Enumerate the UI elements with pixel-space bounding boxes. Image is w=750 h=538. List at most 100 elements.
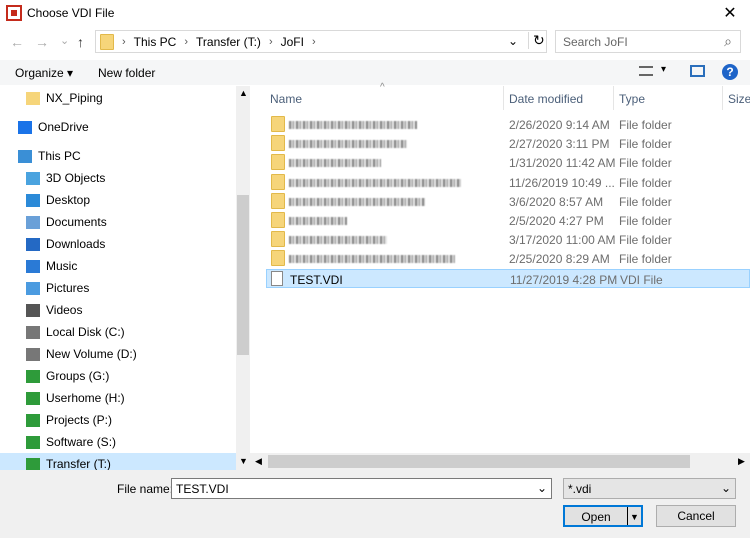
folder-icon: [271, 116, 285, 132]
column-date-modified[interactable]: Date modified: [509, 92, 583, 106]
file-date: 11/27/2019 4:28 PM: [510, 272, 618, 287]
scroll-left-icon[interactable]: ◀: [255, 456, 262, 467]
file-row[interactable]: 2/26/2020 9:14 AM File folder: [266, 115, 750, 134]
up-button[interactable]: ↑: [77, 34, 84, 50]
file-type: File folder: [619, 118, 672, 132]
breadcrumb-this-pc[interactable]: This PC: [134, 35, 177, 49]
open-dropdown-icon[interactable]: ▼: [627, 507, 641, 525]
nav-item-local-disk-c[interactable]: Local Disk (C:): [0, 321, 236, 343]
drive-icon: [26, 325, 40, 339]
file-row[interactable]: 3/17/2020 11:00 AM File folder: [266, 230, 750, 249]
nav-item-nx-piping[interactable]: NX_Piping: [0, 87, 236, 109]
view-dropdown-icon[interactable]: ▾: [661, 64, 666, 75]
nav-item-label: Documents: [46, 215, 107, 229]
file-row[interactable]: 3/6/2020 8:57 AM File folder: [266, 192, 750, 211]
column-size[interactable]: Size: [728, 92, 750, 106]
file-type: File folder: [619, 175, 672, 190]
breadcrumb-separator: ›: [184, 35, 189, 48]
nav-item-label: Downloads: [46, 237, 106, 251]
help-icon[interactable]: ?: [722, 64, 738, 80]
scroll-up-icon[interactable]: ▲: [239, 88, 248, 98]
download-icon: [26, 237, 40, 251]
file-type: File folder: [619, 233, 672, 248]
search-icon: ⌕: [724, 33, 732, 49]
nav-item-documents[interactable]: Documents: [0, 211, 236, 233]
nav-item-label: Videos: [46, 303, 83, 317]
file-row[interactable]: 2/5/2020 4:27 PM File folder: [266, 211, 750, 230]
nav-item-label: Groups (G:): [46, 369, 110, 383]
breadcrumb-jofi[interactable]: JoFI: [281, 35, 304, 49]
file-name-input[interactable]: TEST.VDI ⌄: [171, 478, 552, 499]
nav-item-label: Desktop: [46, 193, 91, 207]
preview-pane-icon[interactable]: [690, 65, 705, 77]
nav-item-this-pc[interactable]: This PC: [0, 145, 236, 167]
file-name-redacted: [289, 121, 417, 129]
file-name-value: TEST.VDI: [176, 482, 229, 496]
nav-item-software-s[interactable]: Software (S:): [0, 431, 236, 453]
column-name[interactable]: Name: [270, 92, 302, 106]
nav-item-videos[interactable]: Videos: [0, 299, 236, 321]
scroll-down-icon[interactable]: ▼: [239, 456, 248, 466]
network-drive-icon: [26, 435, 40, 449]
nav-item-pictures[interactable]: Pictures: [0, 277, 236, 299]
scroll-right-icon[interactable]: ▶: [738, 456, 745, 467]
nav-item-userhome-h[interactable]: Userhome (H:): [0, 387, 236, 409]
breadcrumb-separator: ›: [122, 35, 126, 48]
folder-icon: [271, 212, 285, 228]
computer-icon: [18, 149, 32, 163]
forward-button[interactable]: →: [35, 34, 49, 50]
file-row[interactable]: 11/26/2019 10:49 ... File folder: [266, 173, 750, 192]
nav-item-label: Userhome (H:): [46, 391, 125, 405]
folder-icon: [26, 91, 40, 105]
cancel-button[interactable]: Cancel: [656, 505, 736, 527]
file-type: File folder: [619, 137, 672, 152]
open-button[interactable]: Open ▼: [563, 505, 643, 527]
cloud-icon: [18, 120, 32, 134]
folder-icon: [271, 173, 285, 190]
file-date: 3/6/2020 8:57 AM: [509, 194, 604, 209]
nav-item-new-volume-d[interactable]: New Volume (D:): [0, 343, 236, 365]
nav-item-music[interactable]: Music: [0, 255, 236, 277]
file-type: File folder: [619, 252, 672, 267]
nav-item-desktop[interactable]: Desktop: [0, 189, 236, 211]
nav-item-downloads[interactable]: Downloads: [0, 233, 236, 255]
file-type-select[interactable]: *.vdi ⌄: [563, 478, 736, 499]
folder-icon: [271, 250, 285, 267]
refresh-icon[interactable]: ↻: [528, 32, 545, 49]
folder-icon: [271, 192, 285, 209]
file-row[interactable]: 1/31/2020 11:42 AM File folder: [266, 153, 750, 172]
breadcrumb-transfer[interactable]: Transfer (T:): [196, 35, 261, 49]
nav-item-transfer-t[interactable]: Transfer (T:): [0, 453, 236, 470]
file-type: File folder: [619, 156, 672, 171]
back-button[interactable]: ←: [10, 34, 24, 50]
video-icon: [26, 303, 40, 317]
view-options-icon[interactable]: [639, 66, 653, 76]
nav-item-projects-p[interactable]: Projects (P:): [0, 409, 236, 431]
organize-button[interactable]: Organize ▾: [15, 66, 73, 80]
picture-icon: [26, 281, 40, 295]
file-date: 11/26/2019 10:49 ...: [509, 175, 615, 190]
folder-icon: [100, 33, 114, 50]
nav-item-groups-g[interactable]: Groups (G:): [0, 365, 236, 387]
desktop-icon: [26, 193, 40, 207]
nav-item-onedrive[interactable]: OneDrive: [0, 116, 236, 138]
file-scroll-thumb[interactable]: [268, 455, 690, 468]
cube-icon: [26, 171, 40, 185]
file-row[interactable]: 2/25/2020 8:29 AM File folder: [266, 249, 750, 268]
file-name-redacted: [289, 255, 455, 264]
address-dropdown-icon[interactable]: ⌄: [508, 34, 518, 48]
file-row[interactable]: 2/27/2020 3:11 PM File folder: [266, 134, 750, 153]
file-row[interactable]: TEST.VDI 11/27/2019 4:28 PM VDI File: [266, 268, 750, 288]
file-name: TEST.VDI: [290, 272, 343, 287]
close-button[interactable]: ✕: [715, 2, 745, 26]
nav-item-label: New Volume (D:): [46, 347, 137, 361]
column-type[interactable]: Type: [619, 92, 645, 106]
search-input[interactable]: Search JoFI ⌕: [555, 30, 741, 53]
address-bar[interactable]: › This PC › Transfer (T:) › JoFI › ⌄ ↻: [95, 30, 547, 53]
recent-locations-button[interactable]: ⌄: [60, 34, 69, 47]
nav-item-3d-objects[interactable]: 3D Objects: [0, 167, 236, 189]
chevron-down-icon[interactable]: ⌄: [537, 481, 547, 495]
nav-scroll-thumb[interactable]: [237, 195, 249, 355]
network-drive-icon: [26, 413, 40, 427]
new-folder-button[interactable]: New folder: [98, 66, 155, 80]
